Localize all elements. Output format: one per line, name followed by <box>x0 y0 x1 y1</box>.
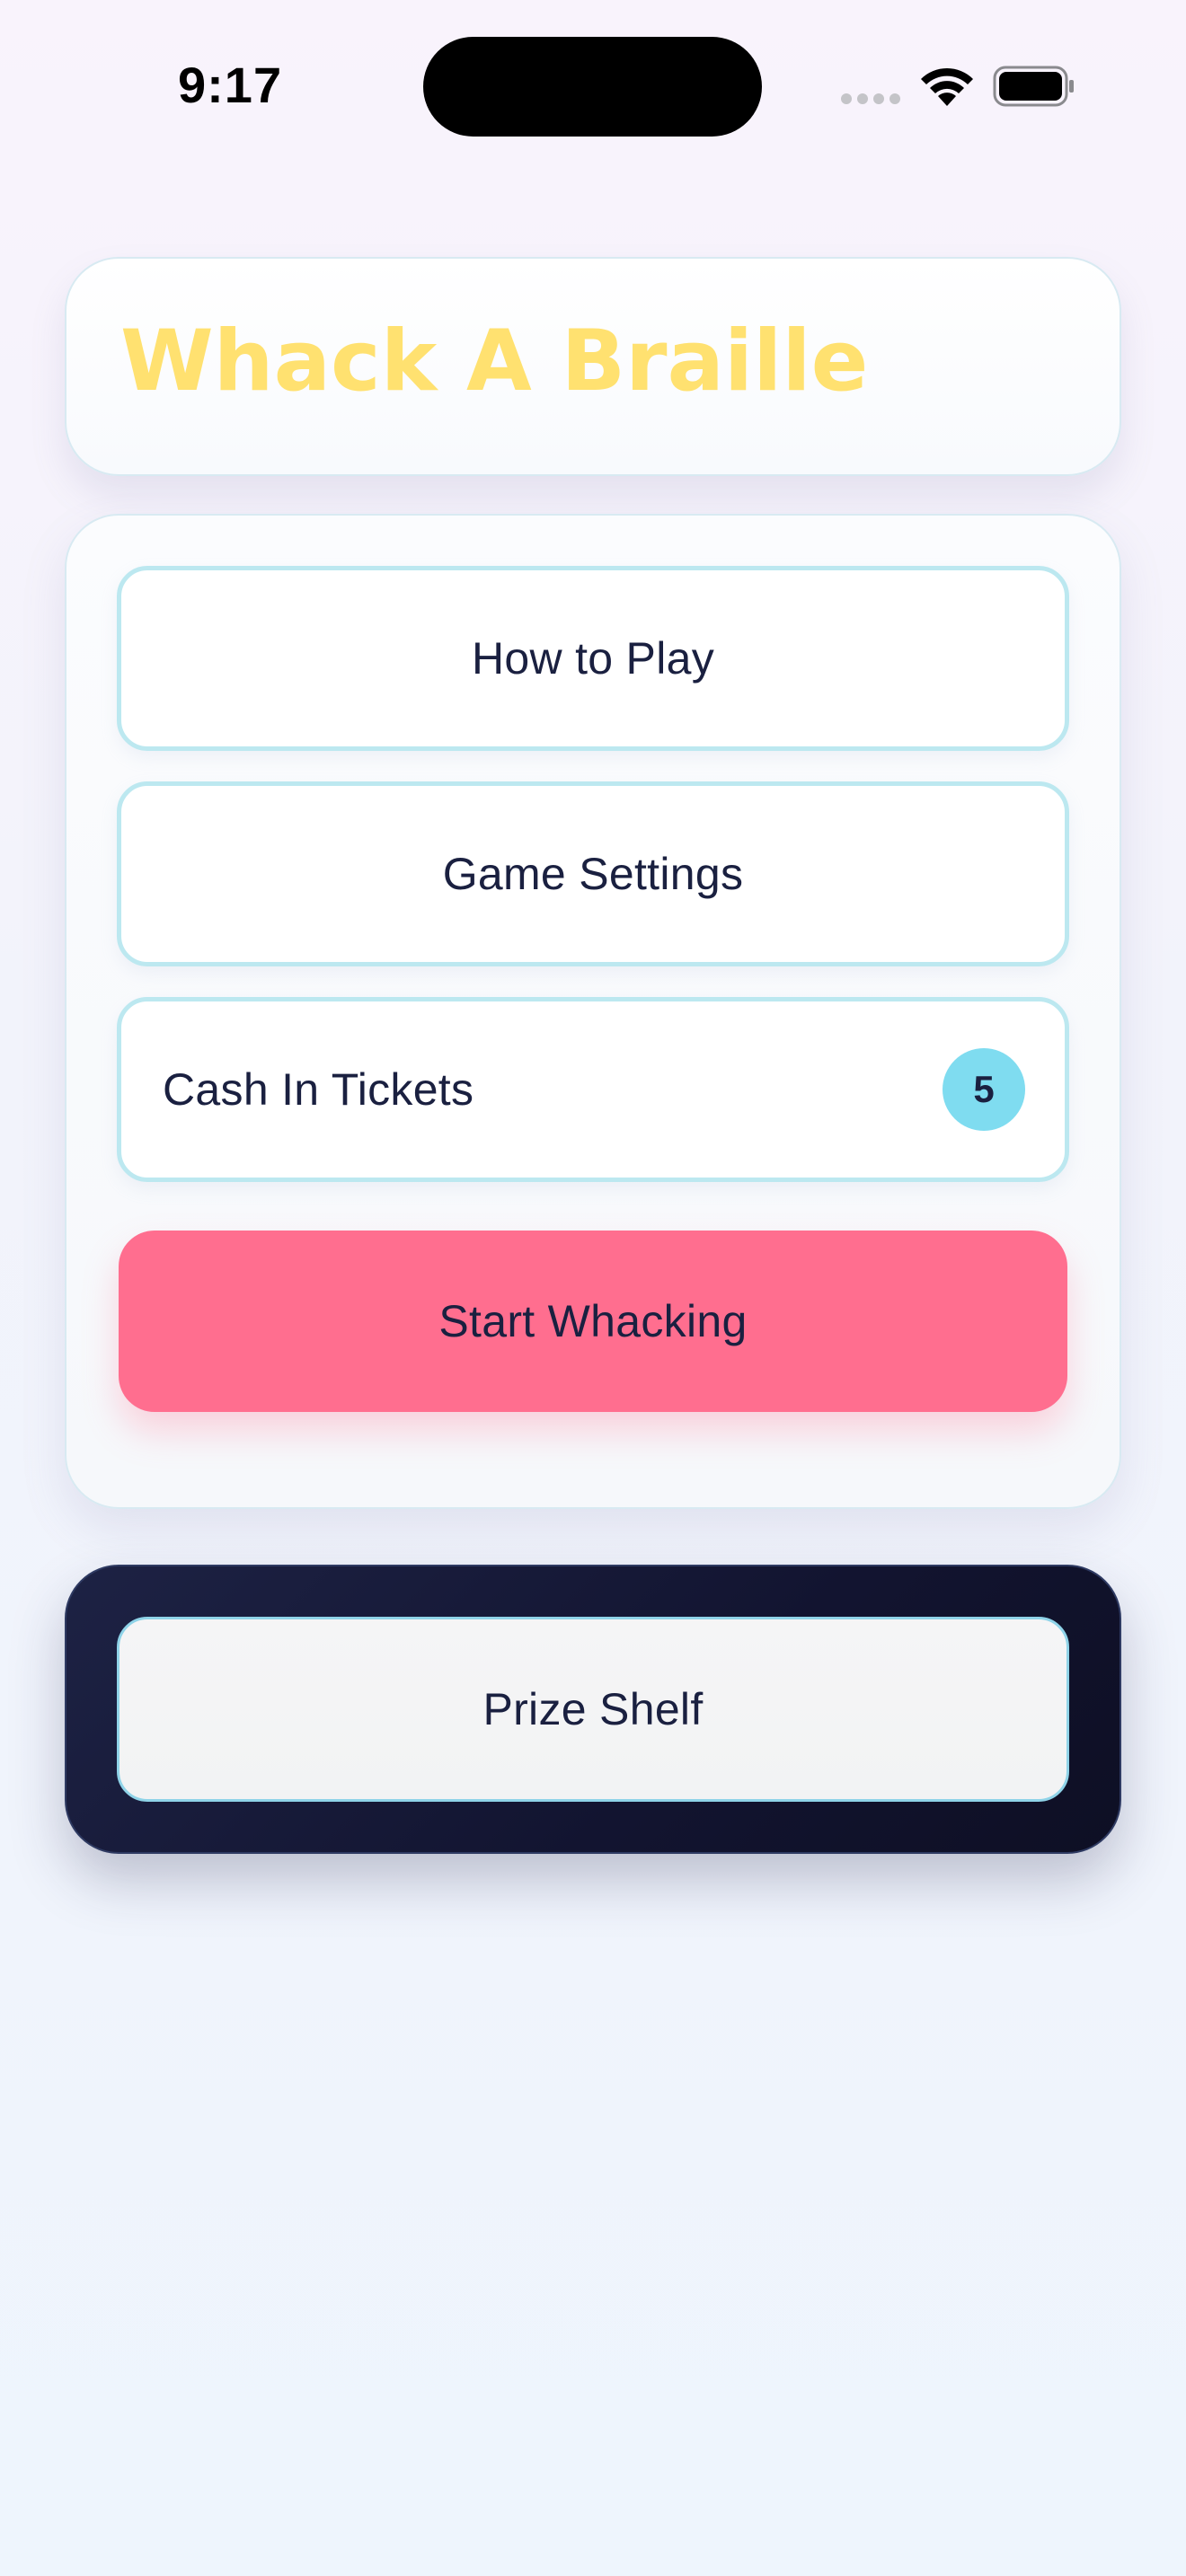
game-settings-label: Game Settings <box>442 849 744 899</box>
app-title: Whack A Braille <box>120 313 869 410</box>
start-whacking-button[interactable]: Start Whacking <box>119 1231 1067 1412</box>
main-menu-card: How to Play Game Settings Cash In Ticket… <box>65 514 1121 1509</box>
cash-in-tickets-label: Cash In Tickets <box>163 1064 474 1115</box>
ticket-count-badge: 5 <box>943 1048 1025 1131</box>
how-to-play-label: How to Play <box>471 633 715 684</box>
how-to-play-button[interactable]: How to Play <box>117 566 1069 751</box>
prize-shelf-label: Prize Shelf <box>482 1684 704 1734</box>
game-settings-button[interactable]: Game Settings <box>117 781 1069 966</box>
cellular-signal-icon <box>841 93 900 104</box>
status-time: 9:17 <box>178 57 283 113</box>
title-card: Whack A Braille <box>65 257 1121 476</box>
prize-shelf-card: Prize Shelf <box>65 1565 1121 1854</box>
status-bar: 9:17 <box>0 0 1186 180</box>
dynamic-island <box>423 37 762 137</box>
prize-shelf-button[interactable]: Prize Shelf <box>117 1617 1069 1802</box>
start-whacking-label: Start Whacking <box>438 1296 748 1346</box>
cash-in-tickets-button[interactable]: Cash In Tickets 5 <box>117 997 1069 1182</box>
battery-icon <box>993 66 1074 107</box>
wifi-icon <box>921 67 973 106</box>
